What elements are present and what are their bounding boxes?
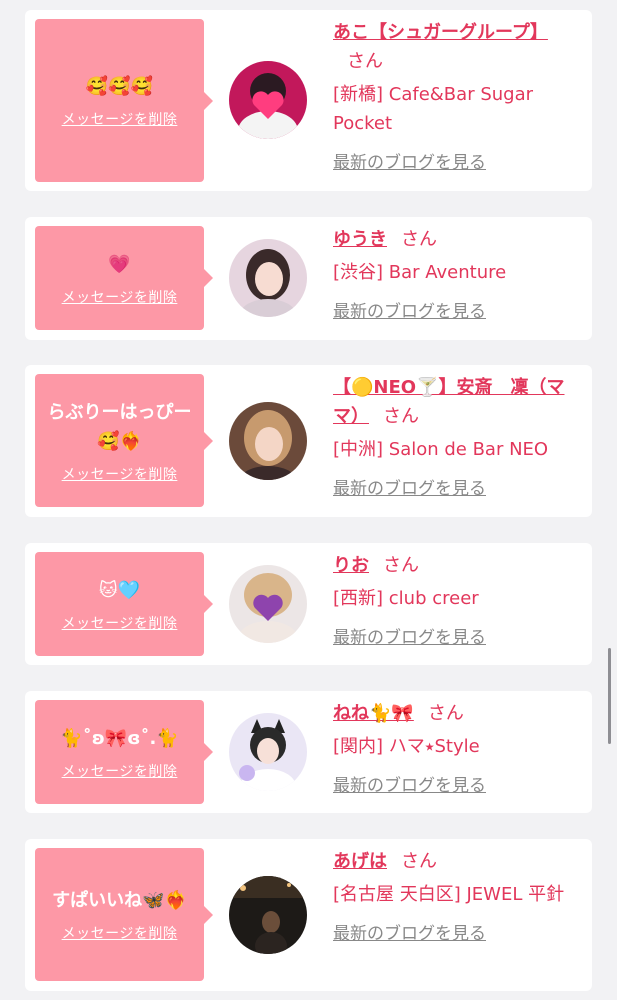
- name-line: あこ【シュガーグループ】さん: [333, 18, 573, 76]
- shop-label: [名古屋 天白区] JEWEL 平針: [333, 884, 565, 905]
- message-card: 🥰🥰🥰 メッセージを削除 あこ【シュガーグループ】さん [新橋] Cafe&Ba…: [25, 10, 592, 191]
- cast-name-link[interactable]: ゆうき: [333, 229, 387, 250]
- cast-name-link[interactable]: りお: [333, 555, 369, 576]
- portrait-photo-icon: [229, 239, 307, 317]
- shop-label: [関内] ハマ⭑Style: [333, 736, 480, 757]
- honorific: さん: [401, 229, 437, 250]
- message-text: すぱいいね🦋❤️‍🔥: [52, 890, 187, 911]
- cast-info: ゆうき さん [渋谷] Bar Aventure 最新のブログを見る: [333, 225, 573, 322]
- latest-blog-link[interactable]: 最新のブログを見る: [333, 474, 486, 499]
- honorific: さん: [401, 851, 437, 872]
- shop-label: [西新] club creer: [333, 588, 479, 609]
- avatar[interactable]: [229, 239, 307, 317]
- delete-message-link[interactable]: メッセージを削除: [62, 109, 178, 129]
- message-card: 💗 メッセージを削除 ゆうき さん [渋谷] Bar Aventure 最新のブロ…: [25, 217, 592, 340]
- message-bubble: 🐈˚ʚ🎀ɞ˚.🐈 メッセージを削除: [35, 700, 213, 804]
- honorific: さん: [347, 51, 383, 72]
- cast-info: あこ【シュガーグループ】さん [新橋] Cafe&Bar Sugar Pocke…: [333, 18, 573, 173]
- cast-name-link[interactable]: 【🟡NEO🍸】安斎 凜（ママ）: [333, 377, 565, 427]
- delete-message-link[interactable]: メッセージを削除: [62, 613, 178, 633]
- avatar[interactable]: [229, 402, 307, 480]
- cast-info: あげは さん [名古屋 天白区] JEWEL 平針 最新のブログを見る: [333, 847, 573, 944]
- cast-info: 【🟡NEO🍸】安斎 凜（ママ） さん [中洲] Salon de Bar NEO …: [333, 373, 573, 499]
- message-text: らぶりーはっぴー: [47, 401, 192, 423]
- latest-blog-link[interactable]: 最新のブログを見る: [333, 919, 486, 944]
- cast-name-link[interactable]: ねね🐈🎀: [333, 703, 414, 724]
- avatar[interactable]: [229, 61, 307, 139]
- shop-label: [中洲] Salon de Bar NEO: [333, 439, 549, 460]
- latest-blog-link[interactable]: 最新のブログを見る: [333, 148, 486, 173]
- vertical-scrollbar[interactable]: [608, 648, 611, 744]
- avatar[interactable]: [229, 565, 307, 643]
- cast-info: りお さん [西新] club creer 最新のブログを見る: [333, 551, 573, 648]
- message-text: 🥰❤️‍🔥: [97, 430, 142, 452]
- message-bubble: すぱいいね🦋❤️‍🔥 メッセージを削除: [35, 848, 213, 981]
- pink-heart-sticker-photo-icon: [229, 61, 307, 139]
- purple-heart-sticker-photo-icon: [229, 565, 307, 643]
- message-bubble: らぶりーはっぴー 🥰❤️‍🔥 メッセージを削除: [35, 374, 213, 507]
- honorific: さん: [383, 555, 419, 576]
- message-bubble: 💗 メッセージを削除: [35, 226, 213, 330]
- avatar[interactable]: [229, 876, 307, 954]
- latest-blog-link[interactable]: 最新のブログを見る: [333, 623, 486, 648]
- message-card: 🐈˚ʚ🎀ɞ˚.🐈 メッセージを削除 ねね🐈🎀 さん [関内] ハマ⭑Style 最…: [25, 691, 592, 813]
- cat-ear-portrait-photo-icon: [229, 713, 307, 791]
- delete-message-link[interactable]: メッセージを削除: [62, 923, 178, 943]
- name-line: ねね🐈🎀 さん: [333, 699, 573, 728]
- message-card: らぶりーはっぴー 🥰❤️‍🔥 メッセージを削除 【🟡NEO🍸】安斎 凜（ママ）さ…: [25, 365, 592, 517]
- night-street-photo-icon: [229, 876, 307, 954]
- shop-label: [渋谷] Bar Aventure: [333, 262, 507, 283]
- cast-name-link[interactable]: あげは: [333, 851, 387, 872]
- latest-blog-link[interactable]: 最新のブログを見る: [333, 297, 486, 322]
- name-line: あげは さん: [333, 847, 573, 876]
- message-text: 💗: [108, 253, 131, 275]
- honorific: さん: [383, 406, 419, 427]
- delete-message-link[interactable]: メッセージを削除: [62, 761, 178, 781]
- message-bubble: 🐱🩵 メッセージを削除: [35, 552, 213, 656]
- name-line: ゆうき さん: [333, 225, 573, 254]
- message-card: すぱいいね🦋❤️‍🔥 メッセージを削除 あげは さん [名古屋 天白区] JEWE…: [25, 839, 592, 991]
- message-list: 🥰🥰🥰 メッセージを削除 あこ【シュガーグループ】さん [新橋] Cafe&Ba…: [0, 0, 617, 1000]
- message-card: 🐱🩵 メッセージを削除 りお さん [西新] club creer 最新のブログを…: [25, 543, 592, 665]
- delete-message-link[interactable]: メッセージを削除: [62, 287, 178, 307]
- name-line: りお さん: [333, 551, 573, 580]
- cast-info: ねね🐈🎀 さん [関内] ハマ⭑Style 最新のブログを見る: [333, 699, 573, 796]
- portrait-photo-icon: [229, 402, 307, 480]
- message-text: 🐈˚ʚ🎀ɞ˚.🐈: [60, 727, 179, 749]
- latest-blog-link[interactable]: 最新のブログを見る: [333, 771, 486, 796]
- shop-label: [新橋] Cafe&Bar Sugar Pocket: [333, 84, 534, 134]
- honorific: さん: [427, 703, 464, 724]
- delete-message-link[interactable]: メッセージを削除: [62, 464, 178, 484]
- name-line: 【🟡NEO🍸】安斎 凜（ママ） さん: [333, 373, 573, 431]
- message-bubble: 🥰🥰🥰 メッセージを削除: [35, 19, 213, 182]
- cast-name-link[interactable]: あこ【シュガーグループ】: [333, 22, 548, 43]
- message-text: 🥰🥰🥰: [85, 76, 154, 97]
- avatar[interactable]: [229, 713, 307, 791]
- message-text: 🐱🩵: [98, 579, 141, 601]
